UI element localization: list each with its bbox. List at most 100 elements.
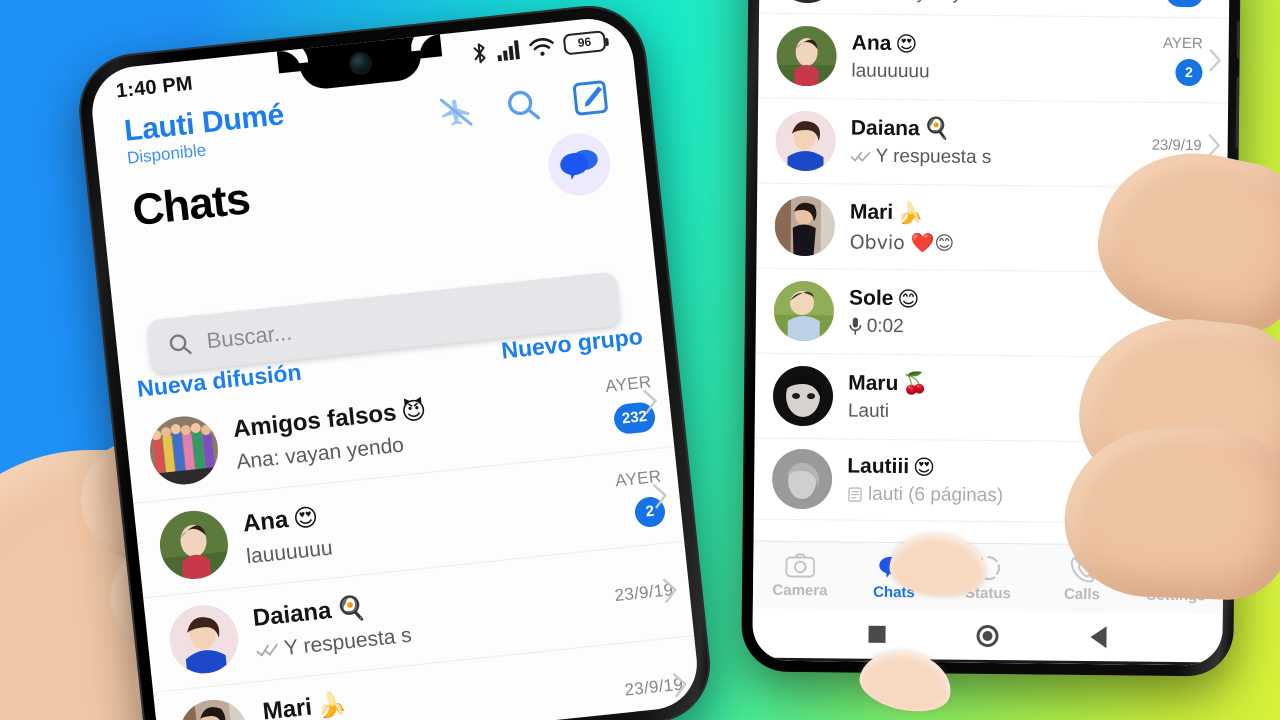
status-bar-icons: 96: [470, 29, 607, 65]
avatar: [146, 413, 222, 488]
chevron-right-icon: [643, 389, 658, 415]
gear-icon: [1166, 557, 1189, 583]
chat-text: Daiana 🍳 Y respuesta s: [251, 571, 573, 663]
chat-text: Lautiii 😍 lauti (6 páginas): [847, 454, 1122, 508]
back-triangle-icon[interactable]: [1090, 625, 1107, 648]
phone-left-screen: 1:40 PM 96 Lauti Dumé Disponible Chats B…: [87, 14, 702, 720]
chat-name: Ana: [851, 31, 892, 55]
chat-text: Sole 😊 0:02: [849, 286, 1124, 340]
tab-settings[interactable]: Settings: [1129, 555, 1223, 604]
airplane-mode-icon[interactable]: [436, 92, 476, 132]
chat-preview: Ana: vayan yendo: [852, 0, 1126, 6]
chat-name-row: Mari 🍌: [850, 200, 1124, 228]
chat-text: Amigos falsos 😈 Ana: vayan yendo: [232, 382, 554, 474]
avatar: [176, 696, 252, 720]
chat-meta: AYER 232: [1141, 0, 1217, 8]
chat-name-emoji: 😈: [399, 395, 428, 426]
chat-name: Daiana: [251, 596, 333, 632]
tab-camera[interactable]: Camera: [753, 552, 847, 599]
avatar: [773, 280, 835, 342]
chevron-right-icon: [1208, 134, 1221, 157]
avatar: [775, 110, 837, 172]
tab-calls-label: Calls: [1063, 585, 1100, 603]
avatar: [777, 0, 838, 4]
chat-time: 21/9/19: [1149, 289, 1201, 307]
table-row[interactable]: Sole 😊 0:02 21/9/19 3: [755, 268, 1227, 359]
chevron-right-icon: [1206, 304, 1219, 327]
chevron-right-icon: [1207, 219, 1220, 242]
tab-status[interactable]: Status: [941, 553, 1035, 602]
unread-badge: 1: [1171, 398, 1200, 426]
phone-right-screen: Amigos falsos 😈 Ana: vayan yendo AYER 23…: [752, 0, 1230, 666]
avatar: [771, 448, 833, 510]
tab-status-label: Status: [964, 584, 1011, 602]
chat-bubbles-icon[interactable]: [545, 129, 614, 199]
battery-icon: 96: [562, 29, 607, 55]
bluetooth-icon: [473, 43, 486, 64]
chat-text: Maru 🍒 Lauti: [848, 371, 1123, 426]
phone-left-device: 1:40 PM 96 Lauti Dumé Disponible Chats B…: [73, 0, 716, 720]
chat-text: Daiana 🍳 Y respuesta s: [850, 116, 1125, 171]
table-row[interactable]: Lautiii 😍 lauti (6 páginas) 10/9/19: [753, 438, 1225, 525]
tab-calls[interactable]: Calls: [1035, 554, 1129, 603]
bottom-tab-bar[interactable]: Camera 5 Chats Status Calls Settings: [752, 540, 1224, 614]
chat-meta: 23/9/19: [1140, 136, 1216, 154]
chat-text: Ana 😍 lauuuuuu: [851, 31, 1126, 85]
avatar: [772, 365, 834, 427]
chat-name-emoji: 😊: [897, 286, 920, 311]
power-button[interactable]: [1236, 20, 1241, 59]
tab-chats-badge: 5: [902, 554, 923, 575]
camera-icon: [785, 553, 816, 578]
chat-name-row: Ana 😍: [852, 31, 1126, 58]
chat-name: Mari: [261, 693, 314, 720]
chat-name-emoji: 🍌: [897, 200, 924, 225]
chat-name-row: Sole 😊: [849, 286, 1123, 313]
chat-name-emoji: 🍳: [923, 116, 950, 141]
page-title: Chats: [130, 173, 252, 235]
chat-time: 12/9/19: [1149, 374, 1200, 392]
chat-list[interactable]: Amigos falsos 😈 Ana: vayan yendo AYER 23…: [123, 352, 702, 720]
avatar: [166, 601, 242, 677]
chat-list[interactable]: Amigos falsos 😈 Ana: vayan yendo AYER 23…: [753, 0, 1230, 545]
table-row[interactable]: Daiana 🍳 Y respuesta s 23/9/19: [757, 98, 1229, 189]
volume-button[interactable]: [1235, 76, 1241, 149]
avatar: [156, 507, 232, 583]
chat-preview: 0:02: [849, 315, 1123, 340]
chevron-right-icon: [1209, 49, 1222, 72]
chat-name: Mari: [849, 200, 894, 224]
chevron-right-icon: [1205, 389, 1218, 412]
double-check-icon: [256, 643, 278, 657]
avatar: [774, 195, 836, 257]
android-navigation-bar[interactable]: [752, 608, 1223, 666]
chevron-right-icon: [1204, 472, 1217, 495]
chat-name: Daiana: [850, 116, 920, 140]
table-row[interactable]: Maru 🍒 Lauti 12/9/19 1: [754, 353, 1226, 444]
chat-text: Ana 😍 lauuuuuu: [242, 477, 564, 569]
phone-right-device: Amigos falsos 😈 Ana: vayan yendo AYER 23…: [741, 0, 1241, 677]
double-check-icon: [850, 151, 871, 162]
chat-name: Lautiii: [847, 454, 910, 478]
chat-meta: 10/9/19: [1136, 474, 1212, 492]
chat-preview: lauti (6 páginas): [847, 483, 1121, 508]
table-row[interactable]: Mari 🍌 Obvio ❤️😊 23/9/19: [756, 183, 1228, 274]
chat-preview-text: 0:02: [866, 315, 904, 337]
chat-preview: Lauti: [847, 400, 890, 422]
status-ring-icon: [976, 555, 1001, 580]
chat-preview-text: Y respuesta s: [282, 623, 413, 660]
microphone-icon: [849, 317, 862, 335]
tab-chats[interactable]: 5 Chats: [847, 552, 941, 601]
table-row[interactable]: Ana 😍 lauuuuuu AYER 2: [758, 13, 1230, 104]
chevron-right-icon: [653, 484, 667, 509]
unread-badge: 3: [1172, 313, 1200, 341]
chat-preview: Obvio ❤️😊: [849, 231, 955, 255]
chat-time: 23/9/19: [1151, 136, 1202, 154]
chat-name: Maru: [848, 371, 899, 395]
home-circle-icon[interactable]: [976, 624, 1000, 647]
chat-time: AYER: [1162, 34, 1203, 52]
chat-name: Ana: [241, 505, 290, 538]
compose-icon[interactable]: [570, 77, 612, 119]
chevron-right-icon: [662, 578, 677, 603]
recents-square-icon[interactable]: [868, 625, 886, 643]
search-icon[interactable]: [502, 84, 544, 126]
chat-name-emoji: 🍳: [334, 592, 368, 624]
